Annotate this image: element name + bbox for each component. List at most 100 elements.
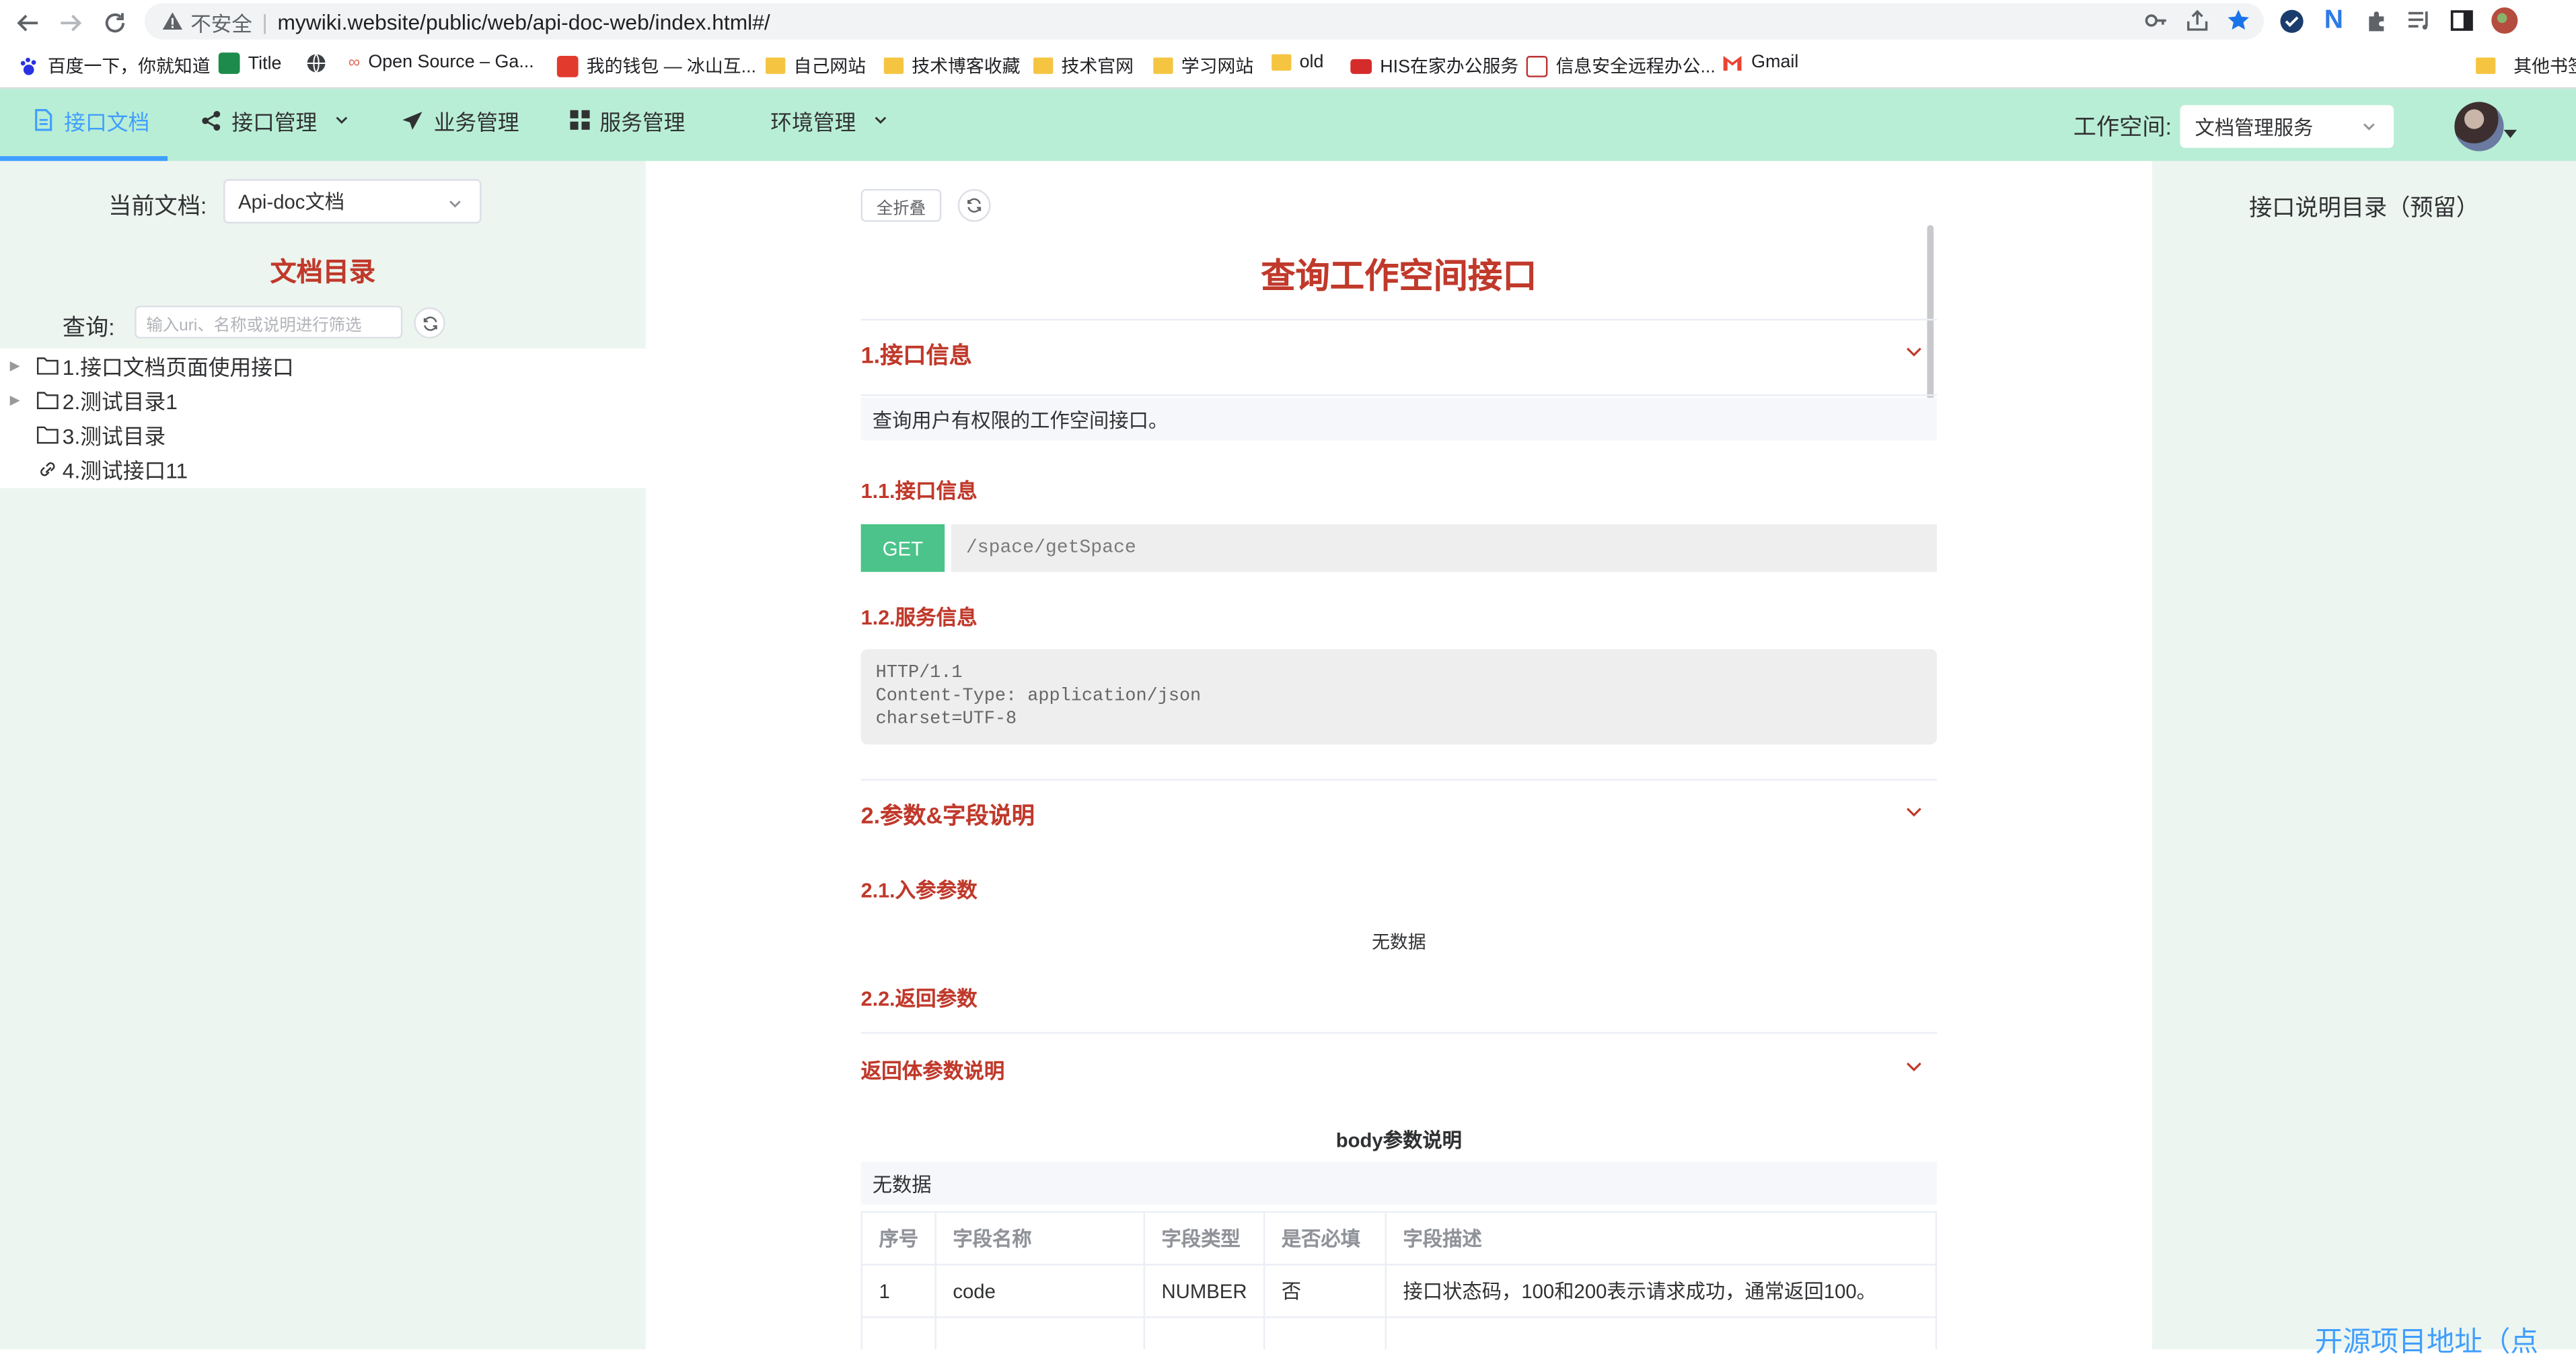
subsection-title: 2.1.入参参数 — [860, 879, 978, 902]
chevron-down-icon[interactable] — [1904, 1057, 1923, 1076]
caret-right-icon[interactable]: ▶ — [10, 393, 24, 408]
tree-node-label: 1.接口文档页面使用接口 — [62, 355, 294, 380]
table-cell: 1 — [860, 1263, 936, 1318]
extension-n-icon[interactable]: N — [2320, 6, 2348, 35]
active-tab-indicator — [0, 155, 168, 162]
bookmark-item[interactable]: Title — [218, 52, 281, 74]
tree-node-label: 2.测试目录1 — [62, 389, 178, 415]
table-header-row: 序号 字段名称 字段类型 是否必填 字段描述 — [860, 1211, 1938, 1266]
chevron-down-icon — [875, 116, 887, 124]
refresh-icon — [967, 198, 982, 213]
tree-node[interactable]: 3.测试目录 — [0, 417, 165, 452]
opensource-icon: ∞ — [348, 53, 361, 72]
query-input[interactable]: 输入uri、名称或说明进行筛选 — [135, 306, 403, 339]
open-source-link[interactable]: 开源项目地址（点我） — [2315, 1318, 2576, 1354]
bookmark-label: Open Source – Ga... — [368, 52, 534, 73]
nav-item-business-management[interactable]: 业务管理 — [401, 84, 519, 156]
bookmark-item[interactable]: ∞ Open Source – Ga... — [348, 52, 534, 72]
bookmark-label: 百度一下，你就知道 — [47, 57, 211, 77]
code-line: HTTP/1.1 — [875, 664, 963, 684]
bookmark-item[interactable]: 技术官网 — [1033, 52, 1134, 79]
bookmark-label: 其他书签 — [2513, 57, 2576, 77]
reading-list-icon[interactable] — [2405, 7, 2433, 35]
folder-icon — [883, 57, 904, 74]
tree-node[interactable]: ▶ 2.测试目录1 — [0, 383, 178, 417]
bookmark-item[interactable] — [305, 52, 327, 74]
chevron-down-icon[interactable] — [1904, 342, 1923, 361]
column-header: 是否必填 — [1263, 1211, 1387, 1266]
subsection-title: 1.1.接口信息 — [860, 480, 978, 503]
insecure-label: 不安全 — [190, 12, 252, 36]
back-button[interactable] — [13, 8, 43, 38]
subsection-title: 1.2.服务信息 — [860, 606, 978, 630]
side-panel-icon[interactable] — [2448, 7, 2476, 35]
nav-item-label: 接口管理 — [231, 109, 318, 135]
chevron-down-icon[interactable] — [1904, 802, 1923, 822]
extension-check-icon[interactable] — [2277, 7, 2306, 35]
bookmark-item[interactable]: 百度一下，你就知道 — [18, 52, 211, 79]
forward-arrow-icon — [61, 14, 82, 32]
nav-item-env-management[interactable]: 环境管理 — [770, 84, 889, 156]
section-title-params[interactable]: 2.参数&字段说明 — [861, 799, 1035, 832]
bookmark-item[interactable]: 我的钱包 — 冰山互... — [556, 52, 757, 79]
address-bar[interactable]: 不安全 | mywiki.website/public/web/api-doc-… — [144, 3, 2265, 40]
chevron-down-icon — [336, 116, 348, 124]
current-doc-select[interactable]: Api-doc文档 — [223, 179, 482, 224]
bookmark-item[interactable]: old — [1272, 52, 1323, 72]
collapse-all-button[interactable]: 全折叠 — [860, 188, 942, 222]
empty-state: 无数据 — [1372, 933, 1426, 954]
warning-icon — [162, 12, 183, 30]
right-panel-title: 接口说明目录（预留） — [2249, 194, 2479, 221]
section-divider — [860, 1032, 1938, 1034]
tree-node[interactable]: 4.测试接口11 — [0, 452, 188, 487]
bookmark-item[interactable]: Gmail — [1722, 52, 1798, 72]
bookmark-label: HIS在家办公服务 — [1380, 57, 1519, 77]
bookmark-item[interactable]: HIS在家办公服务 — [1350, 52, 1518, 79]
code-line: Content-Type: application/json — [875, 686, 1202, 707]
workspace-value: 文档管理服务 — [2195, 116, 2314, 139]
section-title-api-info[interactable]: 1.接口信息 — [861, 338, 972, 371]
current-doc-value: Api-doc文档 — [238, 190, 345, 214]
query-refresh-button[interactable] — [414, 307, 445, 339]
collapse-title-return-body[interactable]: 返回体参数说明 — [861, 1053, 1005, 1084]
bookmark-label: 我的钱包 — 冰山互... — [586, 57, 757, 77]
service-info-code: HTTP/1.1 Content-Type: application/json … — [860, 649, 1938, 745]
bookmark-item[interactable]: 其他书签 — [2476, 52, 2576, 79]
column-header: 字段描述 — [1385, 1211, 1938, 1266]
forward-button[interactable] — [56, 8, 85, 38]
share-icon — [202, 110, 221, 130]
avatar[interactable] — [2454, 102, 2504, 151]
nav-item-service-management[interactable]: 服务管理 — [570, 84, 685, 156]
key-icon[interactable] — [2144, 8, 2169, 33]
tree-node-label: 3.测试目录 — [62, 424, 166, 449]
table-row: 1 code NUMBER 否 接口状态码，100和200表示请求成功，通常返回… — [860, 1263, 1938, 1318]
caret-down-icon[interactable] — [2502, 128, 2518, 141]
reload-button[interactable] — [100, 8, 130, 38]
body-params-title: body参数说明 — [1335, 1129, 1462, 1152]
page-icon — [218, 52, 240, 74]
right-panel — [2152, 161, 2576, 1354]
bookmark-label: 学习网站 — [1181, 57, 1254, 77]
content-refresh-button[interactable] — [957, 188, 991, 222]
bookmark-item[interactable]: 学习网站 — [1153, 52, 1253, 79]
reload-icon — [105, 13, 125, 33]
workspace-select[interactable]: 文档管理服务 — [2180, 105, 2394, 148]
nav-item-api-docs[interactable]: 接口文档 — [33, 84, 149, 156]
nav-item-api-management[interactable]: 接口管理 — [200, 84, 350, 156]
column-header: 字段名称 — [934, 1211, 1146, 1266]
folder-icon — [1153, 57, 1173, 74]
bookmark-item[interactable]: 自己网站 — [765, 52, 866, 79]
body-params-empty: 无数据 — [860, 1162, 1938, 1205]
tree-node[interactable]: ▶ 1.接口文档页面使用接口 — [0, 349, 294, 383]
folder-icon — [2476, 57, 2496, 74]
bookmark-item[interactable]: 技术博客收藏 — [883, 52, 1020, 79]
profile-icon[interactable] — [2491, 7, 2519, 35]
share-page-icon[interactable] — [2185, 8, 2210, 33]
grid-icon — [570, 110, 590, 130]
doc-tree: ▶ 1.接口文档页面使用接口 ▶ 2.测试目录1 3.测试目录 4.测试接口11 — [0, 348, 646, 489]
caret-right-icon[interactable]: ▶ — [10, 358, 24, 373]
extensions-puzzle-icon[interactable] — [2363, 7, 2391, 35]
bookmark-star-icon[interactable] — [2226, 8, 2251, 33]
address-separator: | — [262, 9, 268, 34]
bookmark-item[interactable]: 信息安全远程办公... — [1526, 52, 1716, 79]
